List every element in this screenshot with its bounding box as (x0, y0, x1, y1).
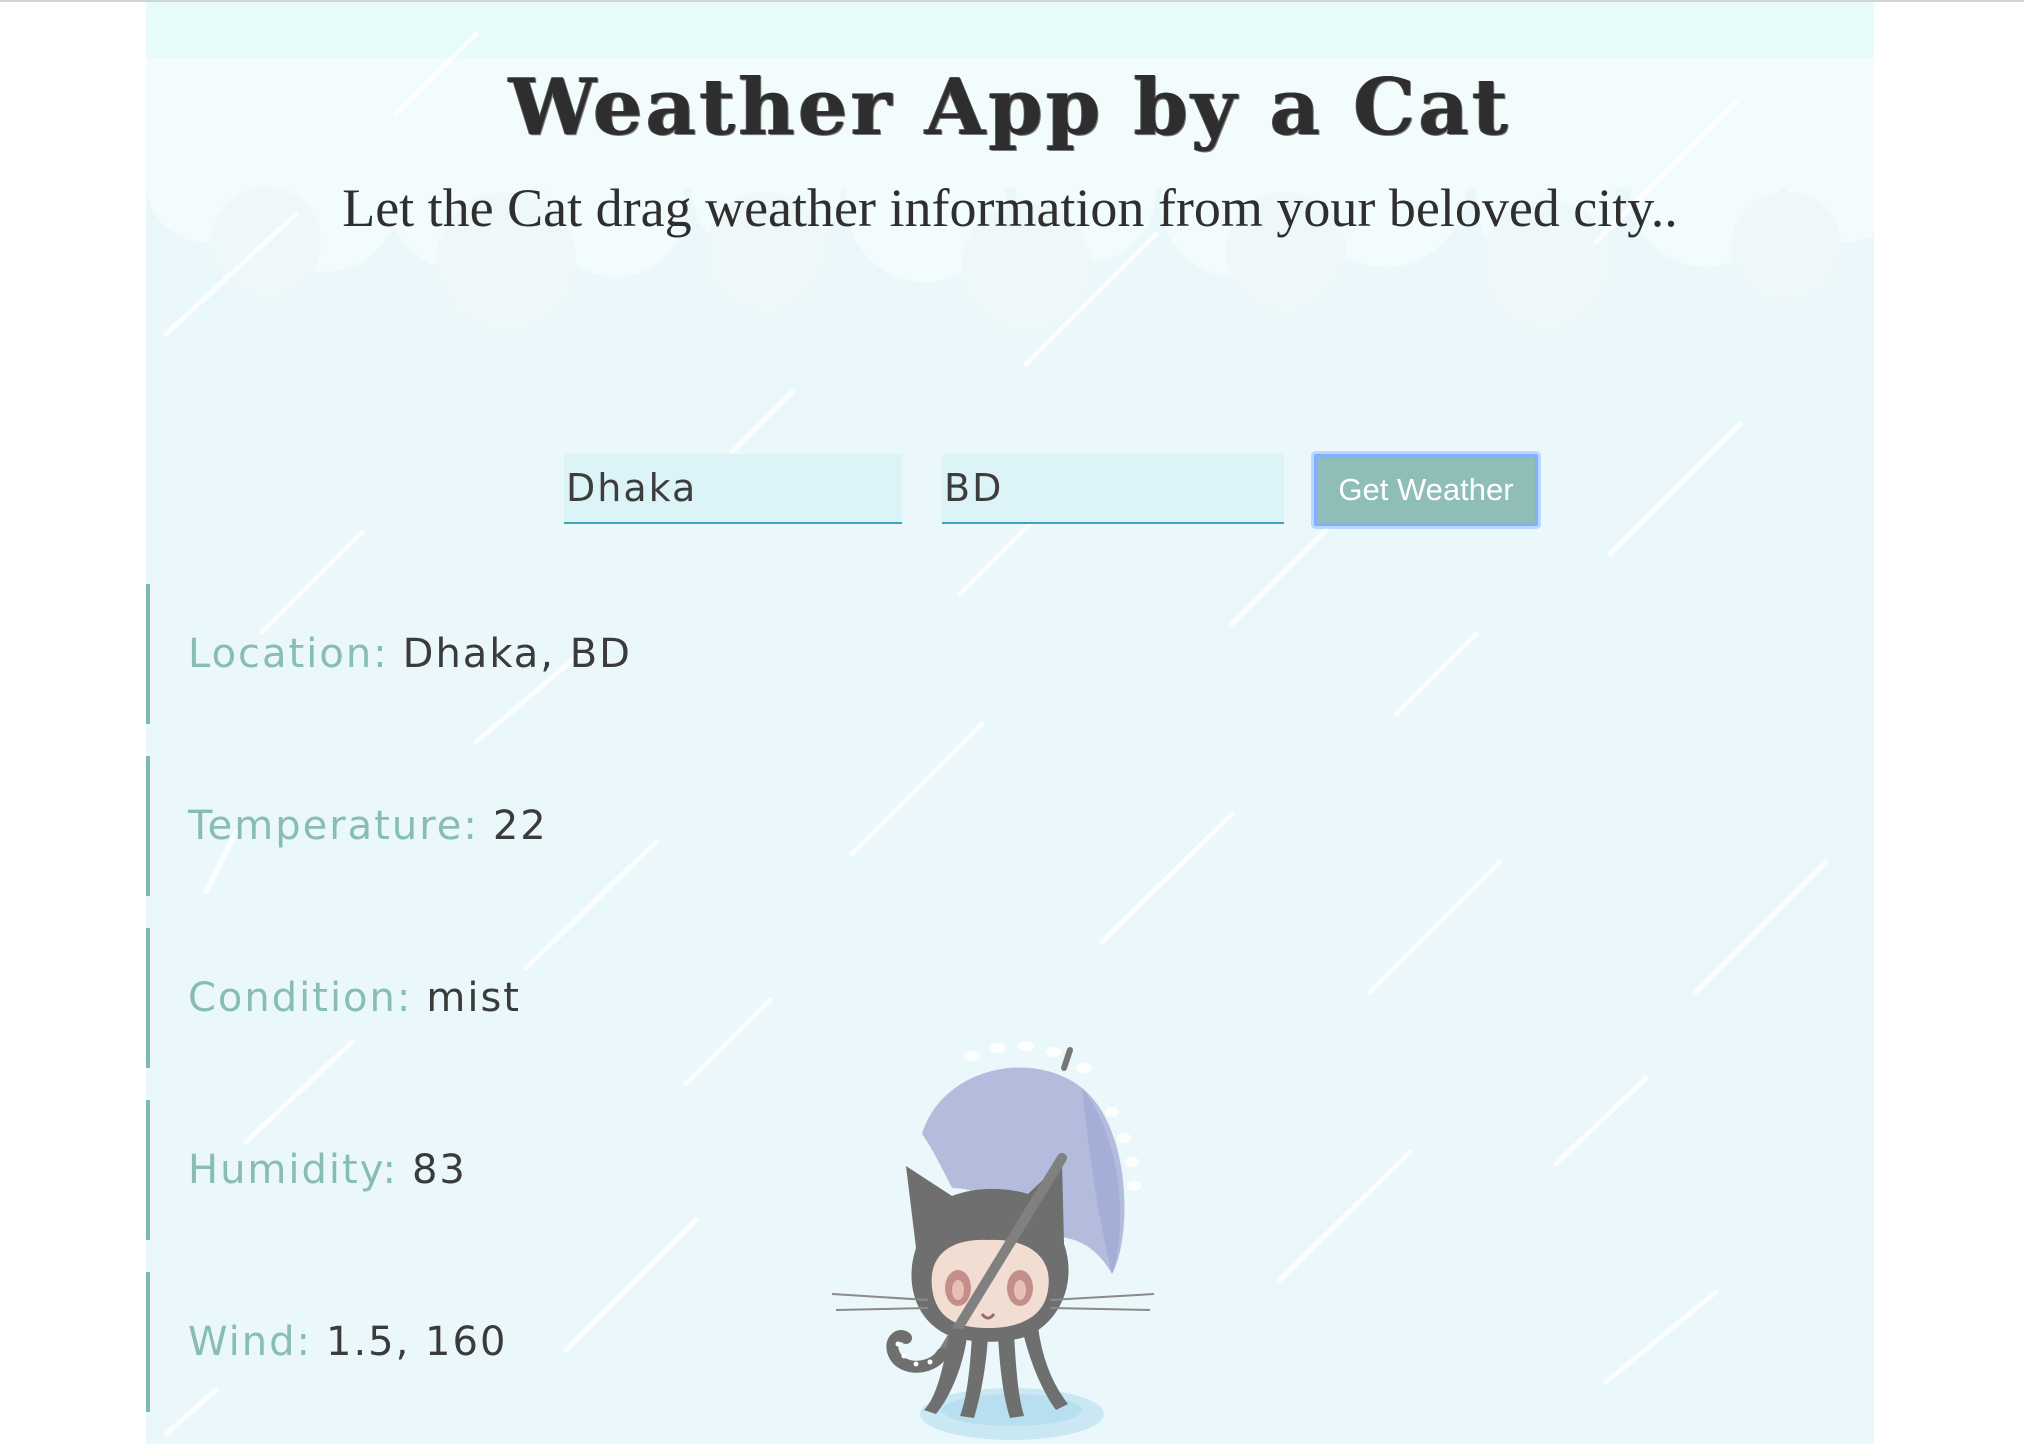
wind-value: 1.5, 160 (326, 1319, 508, 1365)
weather-search-form: Get Weather (146, 454, 1874, 534)
humidity-value: 83 (411, 1147, 467, 1193)
country-input[interactable] (942, 454, 1284, 524)
humidity-label: Humidity: (188, 1147, 398, 1193)
page-subtitle: Let the Cat drag weather information fro… (342, 178, 1678, 238)
condition-label: Condition: (188, 975, 413, 1021)
temperature-row: Temperature: 22 (146, 756, 1046, 896)
wind-label: Wind: (188, 1319, 313, 1365)
header: Weather App by a Cat Let the Cat drag we… (146, 58, 1874, 248)
location-row: Location: Dhaka, BD (146, 584, 1046, 724)
weather-app: Weather App by a Cat Let the Cat drag we… (146, 2, 1874, 1444)
condition-value: mist (426, 975, 521, 1021)
temperature-label: Temperature: (188, 803, 479, 849)
location-label: Location: (188, 631, 389, 677)
octocat-with-umbrella-icon (832, 1041, 1155, 1440)
location-value: Dhaka, BD (402, 631, 632, 677)
page-title: Weather App by a Cat (508, 62, 1512, 153)
temperature-value: 22 (492, 803, 548, 849)
city-input[interactable] (564, 454, 902, 524)
get-weather-button[interactable]: Get Weather (1314, 454, 1538, 526)
